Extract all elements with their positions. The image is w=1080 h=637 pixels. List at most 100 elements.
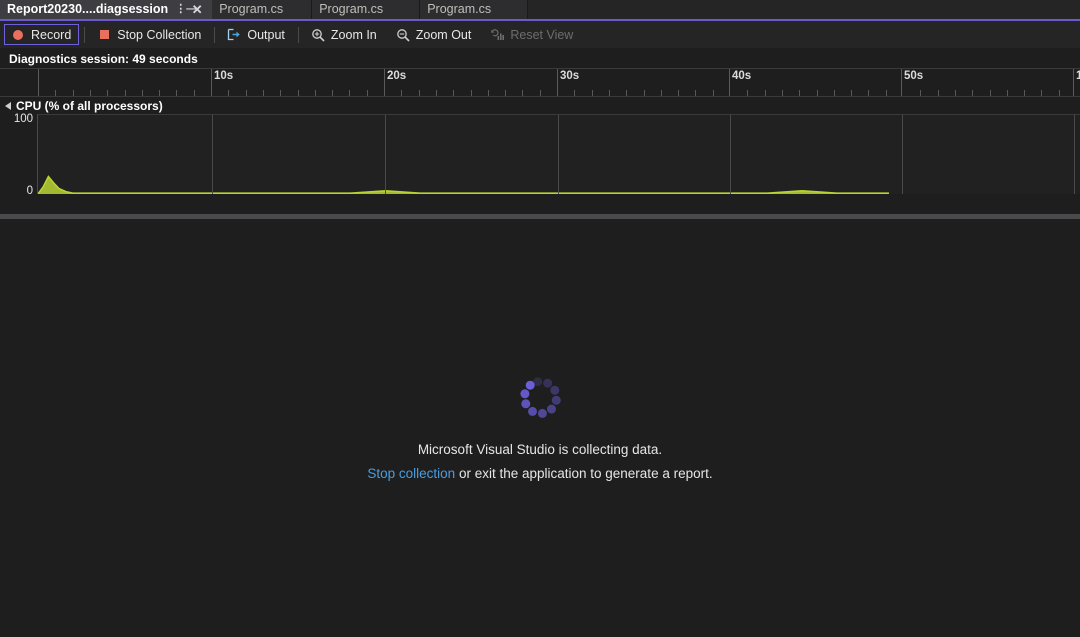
ruler-minor-tick [262,90,264,96]
toolbar-separator [84,26,86,43]
ruler-minor-tick [816,90,818,96]
ruler-minor-tick [366,90,368,96]
cpu-graph-block: CPU (% of all processors) 100 0 [0,97,1080,197]
ruler-minor-tick [1041,90,1043,96]
ruler-minor-tick [695,90,697,96]
cpu-area-fill [38,176,889,194]
ruler-minor-tick [245,90,247,96]
ruler-minor-tick [643,90,645,96]
tab-diagsession[interactable]: Report20230....diagsession ⋮— ✕ [0,0,213,19]
ruler-minor-tick [280,90,282,96]
spinner-dot [519,389,529,399]
output-button[interactable]: Output [220,24,293,45]
diagnostics-toolbar: Record Stop Collection Output Zoom In Zo… [0,21,1080,49]
ruler-minor-tick [470,90,472,96]
ruler-major-tick [38,69,39,96]
output-arrow-icon [226,27,242,43]
cpu-grid-line [385,115,386,194]
ruler-minor-tick [937,90,939,96]
spinner-dot [520,399,530,409]
ruler-minor-tick [920,90,922,96]
ruler-minor-tick [453,90,455,96]
spinner-dot [525,380,535,390]
session-label-text: Diagnostics session: 49 seconds [9,51,198,66]
record-circle-icon [10,27,26,43]
stop-collection-link[interactable]: Stop collection [367,466,455,481]
close-icon[interactable]: ✕ [190,0,204,19]
collapse-triangle-icon[interactable] [5,101,11,110]
cpu-grid-line [902,115,903,194]
ruler-minor-tick [401,90,403,96]
cpu-graph-plot[interactable]: 100 0 [14,113,1080,197]
ruler-minor-tick [678,90,680,96]
ruler-minor-tick [885,90,887,96]
ruler-minor-tick [539,90,541,96]
tab-program-cs-2[interactable]: Program.cs [312,0,421,19]
spinner-dot [537,408,547,418]
ruler-minor-tick [418,90,420,96]
ruler-minor-tick [608,90,610,96]
spinner-dot [551,395,561,405]
status-trailing-text: or exit the application to generate a re… [455,465,713,481]
output-button-label: Output [247,27,285,42]
ruler-minor-tick [1058,90,1060,96]
ruler-minor-tick [332,90,334,96]
ruler-minor-tick [972,90,974,96]
loading-spinner-icon [518,376,562,420]
collecting-status-pane: Microsoft Visual Studio is collecting da… [0,219,1080,637]
tab-bar: Report20230....diagsession ⋮— ✕ Program.… [0,0,1080,21]
magnifier-minus-icon [395,27,411,43]
diagnostics-session-label: Diagnostics session: 49 seconds [0,49,1080,68]
ruler-tick-label: 50s [904,70,924,82]
pin-icon[interactable]: ⋮— [175,0,197,19]
ruler-minor-tick [176,90,178,96]
cpu-grid-line [1074,115,1075,194]
tab-program-cs-1[interactable]: Program.cs [212,0,313,19]
record-button[interactable]: Record [4,24,80,45]
timeline-ruler[interactable]: 10s 20s 30s 40s 50s 1 [0,68,1080,97]
stop-square-icon [96,27,112,43]
ruler-minor-tick [851,90,853,96]
ruler-minor-tick [435,90,437,96]
spinner-dot [527,406,537,416]
ruler-tick-label: 20s [387,70,407,82]
ruler-minor-tick [747,90,749,96]
zoom-in-button[interactable]: Zoom In [304,24,385,45]
ruler-minor-tick [89,90,91,96]
ruler-minor-tick [193,90,195,96]
ruler-minor-tick [505,90,507,96]
cpu-y-axis-min-label: 0 [26,185,33,197]
ruler-minor-tick [349,90,351,96]
ruler-minor-tick [591,90,593,96]
ruler-minor-tick [522,90,524,96]
zoom-out-button[interactable]: Zoom Out [389,24,480,45]
cpu-area-series [38,115,889,194]
stop-collection-button-label: Stop Collection [117,27,202,42]
tab-label: Program.cs [319,2,384,16]
ruler-tick-label: 30s [560,70,580,82]
ruler-minor-tick [55,90,57,96]
ruler-minor-tick [833,90,835,96]
tab-program-cs-3[interactable]: Program.cs [420,0,529,19]
ruler-tick-label: 10s [214,70,234,82]
tab-label: Program.cs [219,2,284,16]
stop-collection-button[interactable]: Stop Collection [90,24,209,45]
ruler-minor-tick [660,90,662,96]
ruler-minor-tick [72,90,74,96]
cpu-graph-title: CPU (% of all processors) [16,98,163,113]
ruler-minor-tick [314,90,316,96]
zoom-out-button-label: Zoom Out [415,27,472,42]
cpu-grid-line [212,115,213,194]
cpu-graph-header[interactable]: CPU (% of all processors) [0,97,1080,114]
ruler-minor-tick [124,90,126,96]
reset-view-button-label: Reset View [510,27,574,42]
ruler-minor-tick [574,90,576,96]
record-button-label: Record [31,27,72,42]
reset-view-button[interactable]: Reset View [483,24,581,45]
ruler-minor-tick [712,90,714,96]
ruler-minor-tick [626,90,628,96]
cpu-y-axis-max-label: 100 [13,113,33,125]
toolbar-separator [297,26,299,43]
graph-bottom-spacer [0,194,1080,214]
ruler-minor-tick [954,90,956,96]
